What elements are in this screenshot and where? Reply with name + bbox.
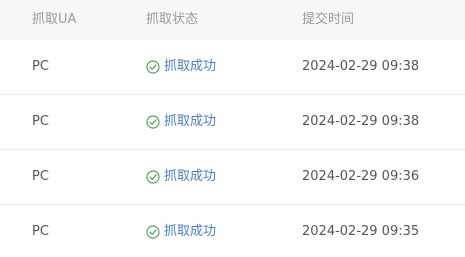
- table-row: PC 抓取成功 2024-02-29 09:38: [0, 95, 465, 150]
- row-ua: PC: [32, 114, 49, 129]
- table-row: PC 抓取成功 2024-02-29 09:35: [0, 205, 465, 257]
- row-status: 抓取成功: [146, 95, 216, 149]
- row-time: 2024-02-29 09:38: [302, 114, 420, 129]
- status-label: 抓取成功: [164, 59, 217, 74]
- check-circle-icon: [146, 170, 160, 184]
- status-label: 抓取成功: [164, 114, 217, 129]
- table-header: 抓取UA 抓取状态 提交时间: [0, 0, 465, 41]
- column-header-time: 提交时间: [302, 12, 355, 27]
- row-ua: PC: [32, 59, 49, 74]
- status-label: 抓取成功: [164, 224, 217, 239]
- check-circle-icon: [146, 225, 160, 239]
- table-row: PC 抓取成功 2024-02-29 09:36: [0, 150, 465, 205]
- crawl-history-table: 抓取UA 抓取状态 提交时间 PC 抓取成功 2024-02-29 09:38 …: [0, 0, 465, 257]
- column-header-ua: 抓取UA: [32, 12, 77, 27]
- status-label: 抓取成功: [164, 169, 217, 184]
- row-status: 抓取成功: [146, 40, 216, 94]
- row-time: 2024-02-29 09:36: [302, 169, 420, 184]
- row-ua: PC: [32, 224, 49, 239]
- row-time: 2024-02-29 09:38: [302, 59, 420, 74]
- check-circle-icon: [146, 60, 160, 74]
- row-status: 抓取成功: [146, 150, 216, 204]
- row-ua: PC: [32, 169, 49, 184]
- check-circle-icon: [146, 115, 160, 129]
- table-row: PC 抓取成功 2024-02-29 09:38: [0, 40, 465, 95]
- column-header-status: 抓取状态: [146, 12, 199, 27]
- row-status: 抓取成功: [146, 205, 216, 257]
- row-time: 2024-02-29 09:35: [302, 224, 420, 239]
